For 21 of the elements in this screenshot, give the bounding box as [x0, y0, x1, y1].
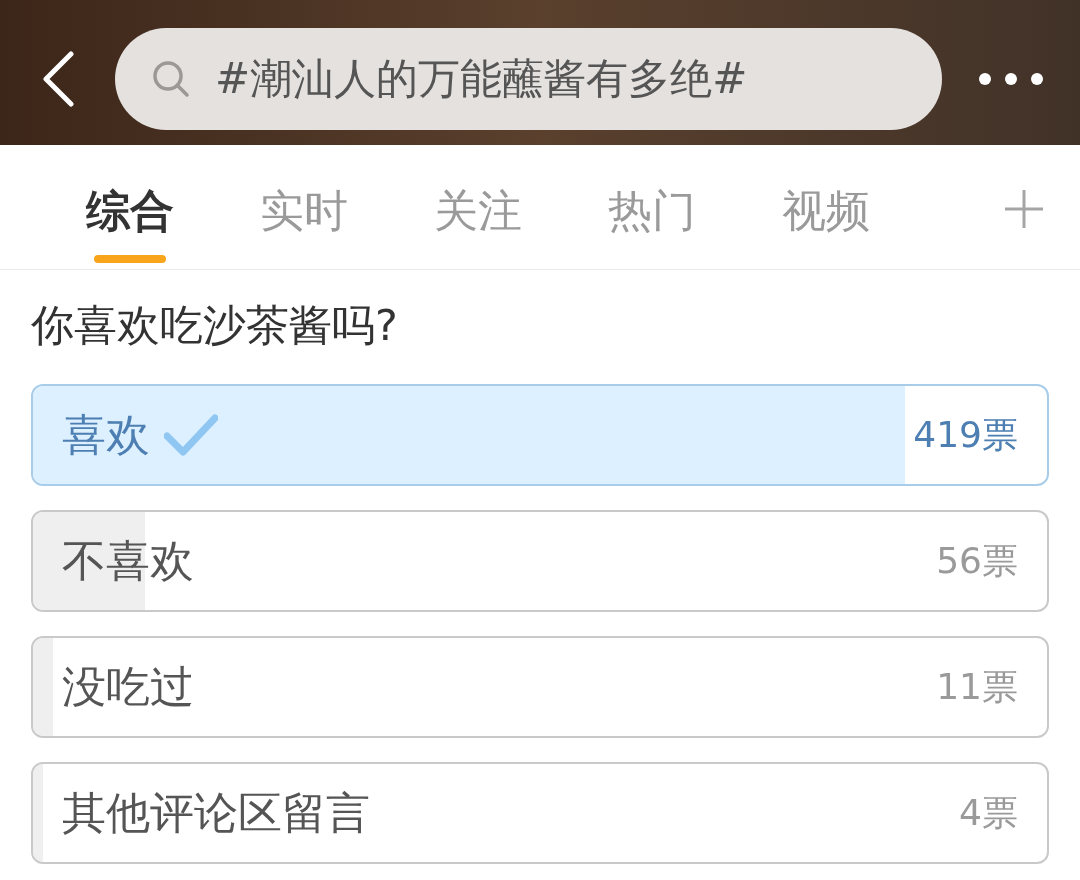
vote-count: 4票 [959, 791, 1018, 835]
poll-option[interactable]: 没吃过 11票 [31, 636, 1049, 738]
option-label: 喜欢 [62, 409, 150, 461]
vote-count: 56票 [936, 539, 1018, 583]
option-label: 没吃过 [62, 661, 194, 713]
search-field[interactable]: #潮汕人的万能蘸酱有多绝# [115, 28, 942, 130]
vote-count: 11票 [936, 665, 1018, 709]
more-button[interactable] [978, 72, 1044, 86]
poll-question: 你喜欢吃沙茶酱吗? [31, 300, 399, 350]
more-icon [978, 72, 1044, 86]
vote-count: 419票 [913, 413, 1018, 457]
poll-option[interactable]: 喜欢 419票 [31, 384, 1049, 486]
checkmark-icon [164, 414, 218, 456]
plus-icon [1004, 188, 1044, 229]
option-label: 其他评论区留言 [62, 787, 370, 839]
poll-option[interactable]: 其他评论区留言 4票 [31, 762, 1049, 864]
search-icon [152, 60, 190, 98]
tab[interactable]: 综合 [43, 145, 217, 270]
poll-option[interactable]: 不喜欢 56票 [31, 510, 1049, 612]
option-label: 不喜欢 [62, 535, 194, 587]
back-icon [40, 51, 75, 107]
